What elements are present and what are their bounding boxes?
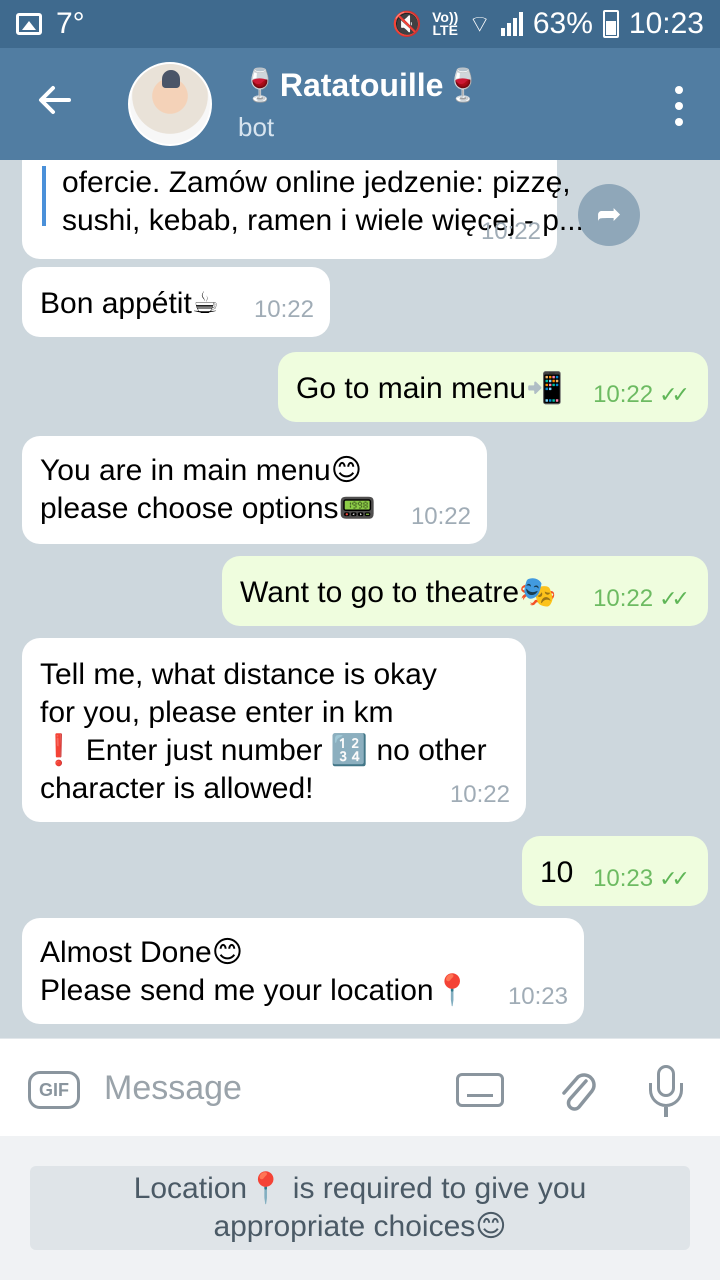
gif-icon[interactable]: GIF bbox=[28, 1071, 80, 1109]
message-bubble[interactable]: You are in main menu😊 please choose opti… bbox=[22, 436, 487, 544]
message-time: 10:23 bbox=[507, 983, 568, 1010]
reply-keyboard: Location📍 is required to give you approp… bbox=[0, 1136, 720, 1280]
network-label: Vo)) LTE bbox=[432, 9, 459, 38]
chat-title[interactable]: 🍷Ratatouille🍷 bbox=[240, 66, 483, 104]
temperature: 7° bbox=[56, 7, 85, 40]
attach-icon[interactable] bbox=[556, 1067, 598, 1115]
message-time: 10:22 bbox=[410, 503, 471, 530]
read-checks-icon: ✓✓ bbox=[659, 586, 690, 611]
message-bubble[interactable]: Want to go to theatre🎭 10:22 ✓✓ bbox=[222, 556, 708, 626]
message-time: 10:22 ✓✓ bbox=[593, 585, 690, 612]
avatar[interactable] bbox=[128, 62, 212, 146]
location-request-button[interactable]: Location📍 is required to give you approp… bbox=[30, 1166, 690, 1250]
message-time: 10:23 ✓✓ bbox=[593, 865, 690, 892]
message-time: 10:22 bbox=[449, 781, 510, 808]
message-time: 10:22 bbox=[253, 296, 314, 323]
microphone-icon[interactable] bbox=[646, 1065, 686, 1119]
message-time: 10:22 ✓✓ bbox=[593, 381, 690, 408]
quote-bar bbox=[42, 166, 46, 226]
signal-icon bbox=[500, 12, 523, 36]
clock: 10:23 bbox=[628, 7, 704, 40]
message-bubble[interactable]: Almost Done😊 Please send me your locatio… bbox=[22, 918, 584, 1024]
back-arrow-icon[interactable] bbox=[30, 80, 80, 130]
battery-icon bbox=[602, 10, 619, 38]
mute-icon: 🔇 bbox=[392, 10, 423, 38]
status-bar: 7° 🔇 Vo)) LTE ⌔ 63% 10:23 bbox=[0, 0, 720, 48]
read-checks-icon: ✓✓ bbox=[659, 382, 690, 407]
wifi-icon: ⌔ bbox=[468, 11, 491, 38]
chat-subtitle: bot bbox=[238, 112, 275, 142]
message-bubble[interactable]: Tell me, what distance is okay for you, … bbox=[22, 638, 526, 822]
read-checks-icon: ✓✓ bbox=[659, 866, 690, 891]
chat-header: 🍷Ratatouille🍷 bot bbox=[0, 48, 720, 160]
message-bubble[interactable]: Bon appétit☕ 10:22 bbox=[22, 267, 330, 337]
message-bubble[interactable]: 10 10:23 ✓✓ bbox=[522, 836, 708, 906]
message-time: 10:22 bbox=[480, 218, 541, 245]
composer-bar: GIF bbox=[0, 1038, 720, 1136]
message-input[interactable] bbox=[104, 1063, 424, 1113]
message-list[interactable]: ofercie. Zamów online jedzenie: pizzę, s… bbox=[0, 160, 720, 1038]
keyboard-icon[interactable] bbox=[456, 1073, 504, 1107]
message-bubble[interactable]: ofercie. Zamów online jedzenie: pizzę, s… bbox=[22, 160, 584, 259]
gallery-icon bbox=[16, 13, 42, 35]
battery-percent: 63% bbox=[532, 7, 593, 40]
message-bubble[interactable]: Go to main menu📲 10:22 ✓✓ bbox=[278, 352, 708, 422]
menu-dots-icon[interactable] bbox=[674, 86, 684, 126]
share-icon[interactable]: ➦ bbox=[578, 184, 640, 246]
